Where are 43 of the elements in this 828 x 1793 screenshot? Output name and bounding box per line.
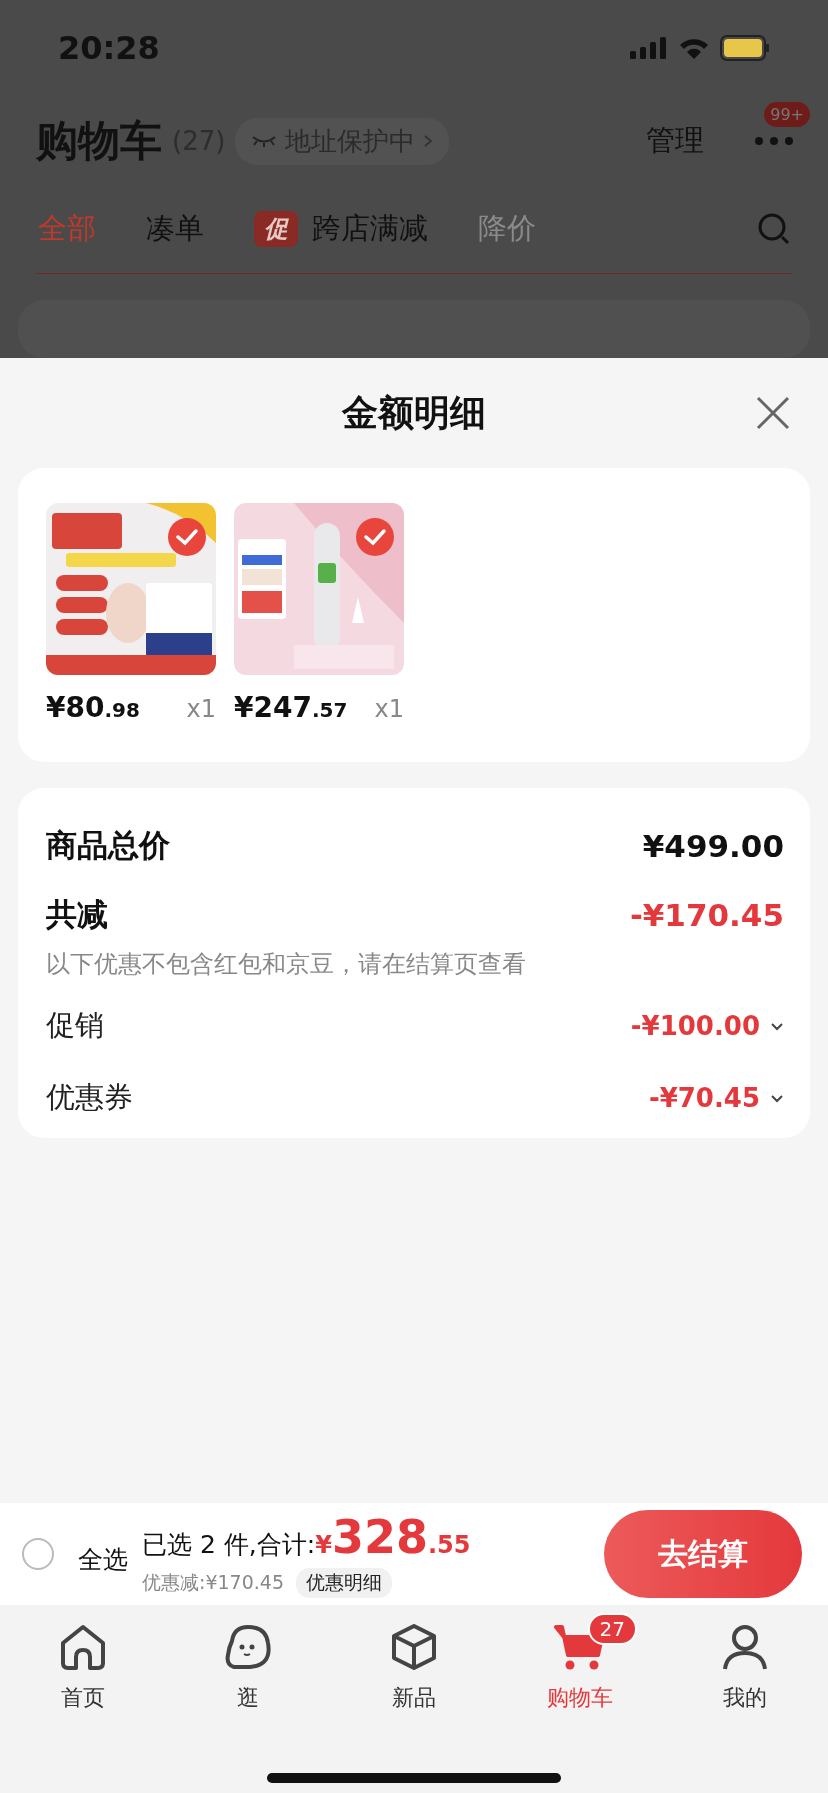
close-icon[interactable] [756,396,790,430]
row-note: 以下优惠不包含红包和京豆，请在结算页查看 [46,949,527,980]
nav-item[interactable]: 新品 [354,1611,474,1713]
nav-item[interactable]: 首页 [22,1611,143,1713]
check-icon[interactable] [168,518,206,556]
nav-item[interactable]: 我的 [685,1611,806,1713]
discount-detail-button[interactable]: 优惠明细 [296,1568,392,1598]
nav-item[interactable]: 逛 [188,1611,309,1713]
item-price: ¥80.98 [46,691,140,724]
cart-badge: 27 [587,1613,638,1645]
row-value: ¥499.00 [642,828,784,864]
wifi-icon [678,36,710,61]
notification-badge: 99+ [764,102,810,128]
nav-item[interactable]: 27 购物车 [519,1611,640,1713]
item-quantity: x1 [374,695,404,723]
chevron-icon[interactable] [770,1021,784,1031]
sheet-title: 金额明细 [342,390,486,435]
battery-icon [720,35,770,62]
promo-tag: 促 [254,211,298,248]
select-all-checkbox[interactable] [22,1538,54,1570]
total-price: ¥328.55 [315,1510,471,1564]
chevron-icon[interactable] [770,1093,784,1103]
item-quantity: x1 [186,695,216,723]
checkout-button[interactable]: 去结算 [604,1510,802,1598]
item-price: ¥247.57 [234,691,348,724]
page-title: 购物车 [36,115,162,168]
row-label: 商品总价 [46,826,170,865]
row-value: -¥100.00 [630,1011,760,1041]
signal-icon [630,37,668,60]
row-value: -¥170.45 [629,897,784,933]
row-value: -¥70.45 [648,1083,760,1113]
row-label: 共减 [46,895,108,934]
summary-text: 已选 2 件,合计: [142,1529,316,1561]
check-icon[interactable] [356,518,394,556]
chevron-icon [423,134,434,149]
row-label: 促销 [46,1007,104,1044]
filter-tab[interactable]: 促 跨店满减 [254,209,428,250]
closed-eye-icon [251,134,278,149]
status-time: 20:28 [58,29,161,68]
more-icon[interactable] [754,136,794,147]
select-all-label[interactable]: 全选 [78,1542,128,1576]
row-label: 优惠券 [46,1079,133,1116]
discount-text: 优惠减:¥170.45 [142,1570,284,1595]
